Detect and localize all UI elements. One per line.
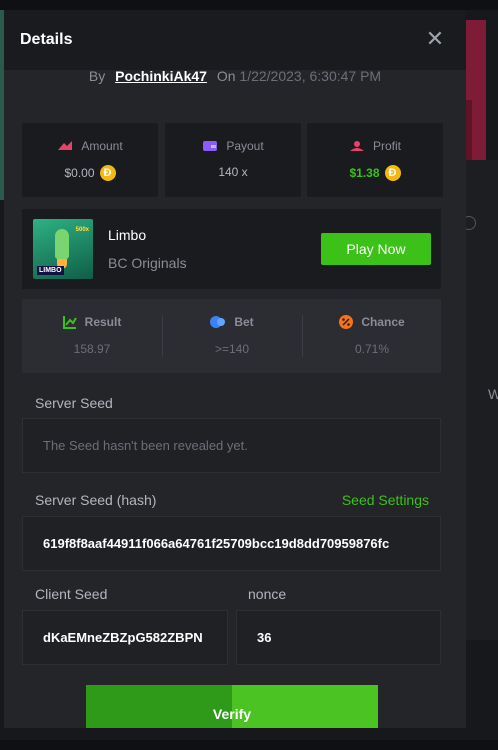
game-provider: BC Originals — [108, 255, 187, 271]
on-label: On — [216, 68, 236, 84]
chance-value: 0.71% — [354, 342, 390, 356]
rocket-icon — [55, 229, 69, 259]
bet-date: 1/22/2023, 6:30:47 PM — [239, 68, 382, 84]
result-row: Result 158.97 Bet >=140 Chance 0.71% — [22, 299, 441, 373]
close-icon[interactable]: ✕ — [424, 28, 446, 52]
background-text: W — [488, 386, 498, 402]
game-name: Limbo — [108, 227, 147, 243]
coin-icon: Ð — [384, 165, 401, 181]
username-link[interactable]: PochinkiAk47 — [115, 68, 207, 84]
thumb-multiplier: 500x — [75, 227, 89, 233]
verify-button[interactable]: Verify — [86, 685, 378, 728]
bet-stat: Bet >=140 — [162, 299, 302, 373]
thumb-tag: LIMBO — [37, 266, 64, 275]
payout-label: Payout — [226, 139, 264, 153]
chance-label: Chance — [361, 315, 405, 329]
server-seed-hash-label: Server Seed (hash) — [35, 492, 157, 508]
nonce-label: nonce — [248, 586, 287, 602]
result-stat: Result 158.97 — [22, 299, 162, 373]
details-modal: Details ✕ By PochinkiAk47 On 1/22/2023, … — [4, 10, 466, 728]
coin-icon: Ð — [99, 165, 116, 181]
chart-icon — [62, 316, 77, 329]
profit-stat: Profit $1.38 Ð — [307, 123, 443, 197]
server-seed-hash-field[interactable]: 619f8f8aaf44911f066a64761f25709bcc19d8dd… — [22, 516, 441, 571]
wallet-icon — [203, 141, 218, 151]
result-value: 158.97 — [73, 342, 111, 356]
by-label: By — [88, 68, 106, 84]
payout-stat: Payout 140 x — [165, 123, 301, 197]
amount-value: $0.00 — [64, 166, 95, 180]
seed-settings-link[interactable]: Seed Settings — [342, 492, 429, 508]
chance-stat: Chance 0.71% — [302, 299, 442, 373]
profit-value: $1.38 — [349, 166, 380, 180]
play-now-button[interactable]: Play Now — [321, 233, 431, 265]
modal-title: Details — [20, 31, 73, 48]
nonce-field[interactable]: 36 — [236, 610, 441, 665]
server-seed-label: Server Seed — [35, 395, 113, 411]
modal-header: Details ✕ — [4, 10, 466, 70]
payout-value: 140 x — [218, 165, 248, 179]
bet-value: >=140 — [214, 342, 250, 356]
server-seed-field[interactable]: The Seed hasn't been revealed yet. — [22, 418, 441, 473]
bet-icon — [210, 316, 226, 328]
amount-label: Amount — [81, 139, 123, 153]
bet-label: Bet — [234, 315, 254, 329]
game-card: 500x LIMBO Limbo BC Originals Play Now — [22, 209, 441, 289]
chance-icon — [339, 315, 354, 329]
game-thumbnail[interactable]: 500x LIMBO — [33, 219, 93, 279]
client-seed-label: Client Seed — [35, 586, 108, 602]
profit-icon — [349, 141, 364, 151]
amount-stat: Amount $0.00 Ð — [22, 123, 158, 197]
result-label: Result — [84, 315, 122, 329]
client-seed-field[interactable]: dKaEMneZBZpG582ZBPN — [22, 610, 228, 665]
bet-byline: By PochinkiAk47 On 1/22/2023, 6:30:47 PM — [4, 68, 466, 84]
amount-icon — [58, 141, 73, 150]
profit-label: Profit — [372, 139, 401, 153]
